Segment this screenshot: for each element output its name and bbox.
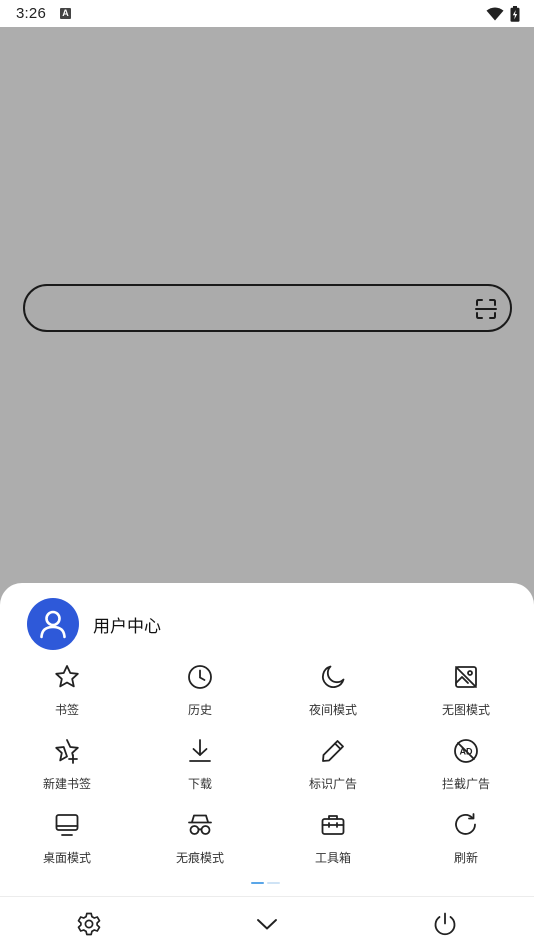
exit-button[interactable] bbox=[430, 909, 460, 939]
menu-item-desktop-mode[interactable]: 桌面模式 bbox=[17, 811, 117, 877]
menu-item-label: 无图模式 bbox=[441, 703, 490, 717]
power-icon bbox=[434, 912, 456, 936]
refresh-icon bbox=[452, 811, 480, 839]
menu-item-label: 书签 bbox=[54, 703, 79, 717]
avatar[interactable] bbox=[27, 598, 79, 650]
user-center-label: 用户中心 bbox=[93, 616, 161, 636]
menu-item-label: 夜间模式 bbox=[308, 703, 357, 717]
wifi-icon bbox=[486, 7, 504, 20]
status-indicators bbox=[486, 5, 520, 22]
menu-item-label: 刷新 bbox=[453, 851, 478, 865]
clock-icon bbox=[186, 663, 214, 691]
menu-item-label: 历史 bbox=[187, 703, 212, 717]
menu-item-incognito-mode[interactable]: 无痕模式 bbox=[150, 811, 250, 877]
menu-item-download[interactable]: 下载 bbox=[150, 737, 250, 803]
menu-sheet: 用户中心 书签 历史 夜间模式 无图模式 新建书签 下载 标识广告 AD 拦截广… bbox=[0, 583, 534, 950]
moon-icon bbox=[319, 663, 347, 691]
monitor-icon bbox=[53, 811, 81, 839]
svg-text:AD: AD bbox=[460, 747, 473, 757]
toolbox-icon bbox=[319, 811, 347, 839]
menu-item-new-bookmark[interactable]: 新建书签 bbox=[17, 737, 117, 803]
status-time: 3:26 bbox=[16, 5, 46, 22]
user-icon bbox=[40, 610, 66, 639]
menu-item-label: 无痕模式 bbox=[175, 851, 224, 865]
menu-item-label: 标识广告 bbox=[308, 777, 357, 791]
settings-button[interactable] bbox=[74, 909, 104, 939]
pencil-icon bbox=[319, 737, 347, 765]
menu-item-mark-ads[interactable]: 标识广告 bbox=[283, 737, 383, 803]
gear-icon bbox=[77, 912, 101, 936]
scan-button[interactable] bbox=[474, 297, 498, 321]
collapse-button[interactable] bbox=[252, 909, 282, 939]
menu-item-label: 下载 bbox=[187, 777, 212, 791]
star-icon bbox=[53, 663, 81, 691]
menu-item-history[interactable]: 历史 bbox=[150, 663, 250, 729]
download-icon bbox=[186, 737, 214, 765]
menu-item-block-ads[interactable]: AD 拦截广告 bbox=[416, 737, 516, 803]
menu-item-label: 拦截广告 bbox=[441, 777, 490, 791]
battery-charging-icon bbox=[510, 5, 520, 22]
page-indicator bbox=[251, 882, 280, 884]
incognito-icon bbox=[186, 811, 214, 839]
menu-item-toolbox[interactable]: 工具箱 bbox=[283, 811, 383, 877]
menu-item-label: 工具箱 bbox=[314, 851, 351, 865]
scan-icon bbox=[475, 299, 497, 319]
status-bar: 3:26 A bbox=[0, 0, 534, 27]
menu-item-night-mode[interactable]: 夜间模式 bbox=[283, 663, 383, 729]
notification-a-icon: A bbox=[60, 8, 71, 19]
menu-item-label: 桌面模式 bbox=[42, 851, 91, 865]
page-dot-active[interactable] bbox=[251, 882, 264, 884]
menu-item-no-image-mode[interactable]: 无图模式 bbox=[416, 663, 516, 729]
user-center[interactable]: 用户中心 bbox=[27, 598, 161, 650]
bottom-bar bbox=[0, 896, 534, 950]
ad-block-icon: AD bbox=[452, 737, 480, 765]
menu-item-bookmarks[interactable]: 书签 bbox=[17, 663, 117, 729]
no-image-icon bbox=[452, 663, 480, 691]
star-plus-icon bbox=[53, 737, 81, 765]
search-bar[interactable] bbox=[23, 284, 512, 332]
menu-item-refresh[interactable]: 刷新 bbox=[416, 811, 516, 877]
page-dot[interactable] bbox=[267, 882, 280, 884]
menu-item-label: 新建书签 bbox=[42, 777, 91, 791]
chevron-down-icon bbox=[257, 919, 277, 930]
